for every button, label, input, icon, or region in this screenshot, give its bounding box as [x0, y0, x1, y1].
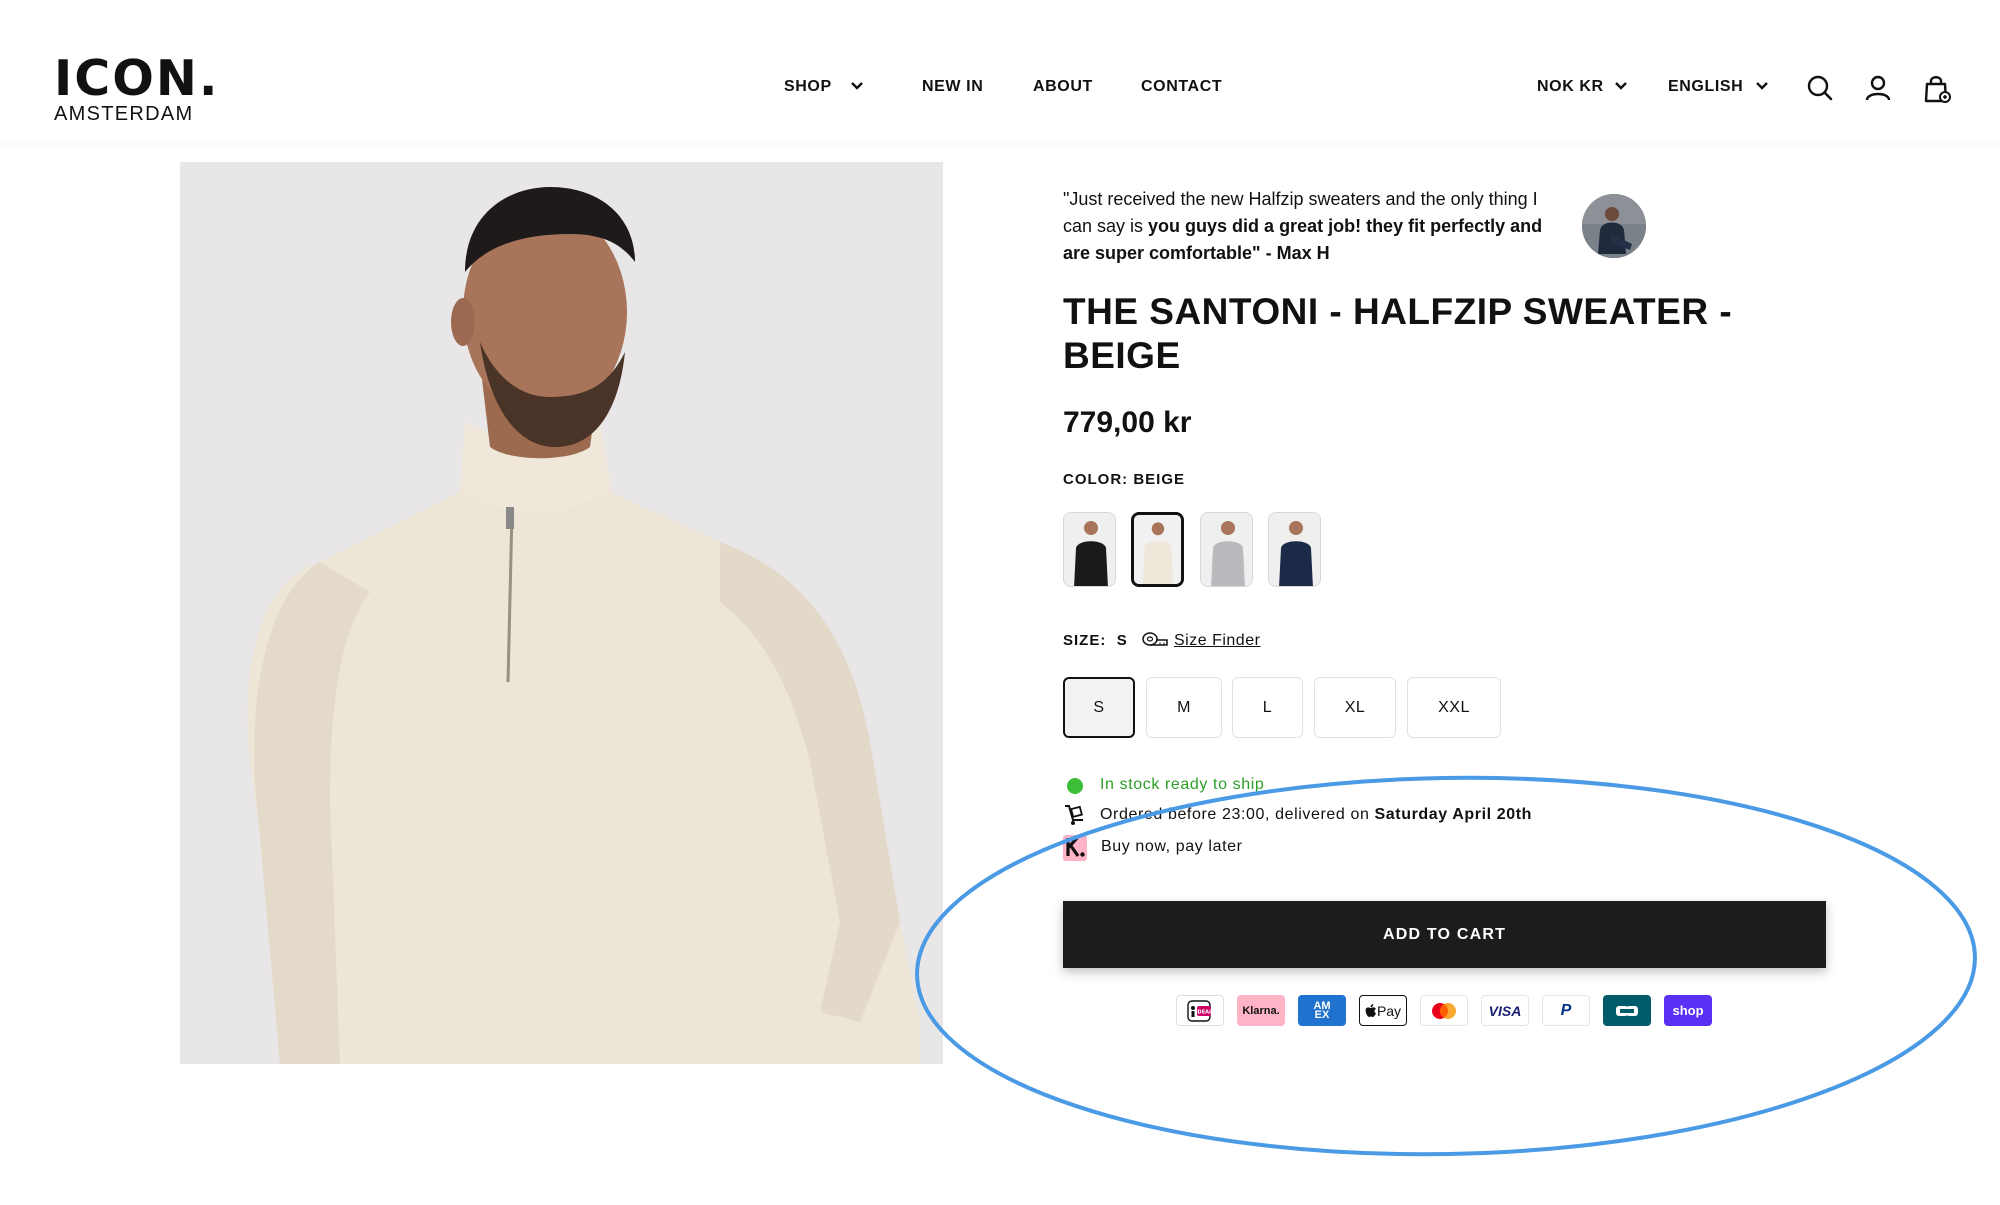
visa-payment-icon: VISA: [1481, 995, 1529, 1026]
amex-payment-icon: AM EX: [1298, 995, 1346, 1026]
size-option-xl[interactable]: XL: [1314, 677, 1396, 738]
account-icon[interactable]: [1864, 74, 1892, 102]
klarna-payment-icon: Klarna.: [1237, 995, 1285, 1026]
size-option-s[interactable]: S: [1063, 677, 1135, 738]
swatch-image: [1134, 515, 1181, 584]
color-value: BEIGE: [1133, 471, 1186, 488]
mastercard-logo: [1432, 1002, 1456, 1019]
size-finder-label[interactable]: Size Finder: [1174, 632, 1260, 650]
logo-sub-text: AMSTERDAM: [54, 103, 194, 125]
logo-main-text: ICON.: [54, 50, 220, 107]
swatch-image: [1269, 513, 1320, 586]
size-label-row: SIZE: S: [1063, 632, 1128, 649]
logo[interactable]: ICON. AMSTERDAM: [54, 50, 220, 125]
size-value: S: [1116, 632, 1128, 649]
delivery-info: Ordered before 23:00, delivered on Satur…: [1100, 806, 1532, 824]
delivery-date: Saturday April 20th: [1374, 806, 1533, 823]
ideal-payment-icon: iDEAL: [1176, 995, 1224, 1026]
color-label: COLOR:: [1063, 471, 1129, 488]
chevron-down-icon[interactable]: [1755, 81, 1769, 91]
ideal-logo: iDEAL: [1187, 999, 1213, 1022]
language-selector[interactable]: ENGLISH: [1668, 78, 1743, 96]
site-header: ICON. AMSTERDAM SHOP NEW IN ABOUT CONTAC…: [0, 0, 2000, 141]
product-price: 779,00 kr: [1063, 406, 1192, 439]
color-swatch-navy[interactable]: [1268, 512, 1321, 587]
product-title: THE SANTONI - HALFZIP SWEATER - BEIGE: [1063, 291, 1733, 376]
shop-pay-payment-icon: shop: [1664, 995, 1712, 1026]
delivery-trolley-icon: [1065, 805, 1083, 825]
klarna-logo-icon: [1063, 835, 1087, 861]
size-option-m[interactable]: M: [1146, 677, 1222, 738]
nav-shop[interactable]: SHOP: [784, 78, 832, 96]
color-label-row: COLOR: BEIGE: [1063, 471, 1185, 488]
chevron-down-icon[interactable]: [850, 81, 864, 91]
swatch-image: [1064, 513, 1115, 586]
paypal-payment-icon: P: [1542, 995, 1590, 1026]
testimonial-avatar: [1582, 194, 1646, 258]
apple-pay-payment-icon: Pay: [1359, 995, 1407, 1026]
klarna-k-icon: [1066, 836, 1085, 857]
search-icon[interactable]: [1806, 74, 1834, 102]
size-finder-link[interactable]: Size Finder: [1141, 630, 1260, 653]
mastercard-payment-icon: [1420, 995, 1468, 1026]
stock-status-dot-icon: [1067, 778, 1083, 794]
tape-measure-icon: [1142, 632, 1168, 646]
klarna-text: Buy now, pay later: [1101, 838, 1243, 855]
bancontact-logo: [1616, 1005, 1638, 1016]
color-swatch-black[interactable]: [1063, 512, 1116, 587]
avatar-image: [1582, 194, 1646, 258]
add-to-cart-button[interactable]: ADD TO CART: [1063, 901, 1826, 968]
nav-new-in[interactable]: NEW IN: [922, 78, 983, 96]
chevron-down-icon[interactable]: [1614, 81, 1628, 91]
currency-selector[interactable]: NOK KR: [1537, 78, 1604, 96]
size-option-l[interactable]: L: [1232, 677, 1303, 738]
product-image[interactable]: [180, 162, 943, 1064]
stock-status-text: In stock ready to ship: [1100, 776, 1265, 793]
size-label: SIZE:: [1063, 632, 1107, 649]
apple-pay-label: Pay: [1376, 1002, 1402, 1019]
apple-logo-icon: [1365, 1003, 1376, 1017]
size-option-xxl[interactable]: XXL: [1407, 677, 1501, 738]
amex-label: AM EX: [1313, 999, 1331, 1021]
swatch-image: [1201, 513, 1252, 586]
color-swatch-beige[interactable]: [1131, 512, 1184, 587]
bancontact-payment-icon: [1603, 995, 1651, 1026]
nav-contact[interactable]: CONTACT: [1141, 78, 1222, 96]
testimonial-quote: "Just received the new Halfzip sweaters …: [1063, 186, 1563, 267]
svg-text:iDEAL: iDEAL: [1196, 1009, 1213, 1015]
color-swatch-grey[interactable]: [1200, 512, 1253, 587]
nav-about[interactable]: ABOUT: [1033, 78, 1093, 96]
cart-icon[interactable]: [1922, 74, 1952, 104]
product-photo-illustration: [180, 162, 943, 1064]
delivery-prefix: Ordered before 23:00, delivered on: [1100, 806, 1375, 823]
